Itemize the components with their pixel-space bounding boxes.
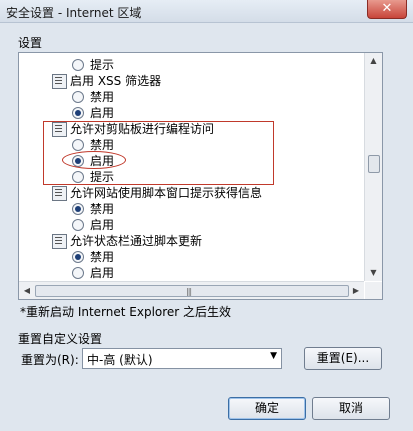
settings-icon: [52, 186, 67, 201]
scroll-left-icon[interactable]: ◀: [19, 282, 35, 299]
scroll-down-icon[interactable]: ▼: [365, 265, 382, 281]
scroll-up-icon[interactable]: ▲: [365, 53, 382, 69]
horizontal-scroll-thumb[interactable]: |||: [35, 285, 349, 297]
option-label: 禁用: [90, 90, 115, 104]
option-label: 禁用: [90, 202, 115, 216]
option-label: 启用: [90, 266, 115, 280]
cancel-button[interactable]: 取消: [312, 397, 390, 420]
reset-button[interactable]: 重置(E)...: [304, 347, 382, 370]
grip-icon: |||: [186, 287, 192, 296]
vertical-scroll-thumb[interactable]: [368, 155, 380, 173]
scroll-corner: [365, 282, 382, 299]
close-icon: ✕: [381, 1, 393, 16]
option-label: 启用: [90, 218, 115, 232]
category-label: 允许网站使用脚本窗口提示获得信息: [70, 186, 263, 200]
chevron-down-icon: ▼: [270, 351, 277, 361]
category-label: 启用 XSS 筛选器: [70, 74, 162, 88]
reset-to-label: 重置为(R):: [21, 353, 79, 367]
radio-unchecked-icon[interactable]: [72, 219, 84, 231]
settings-label: 设置: [18, 36, 43, 50]
radio-unchecked-icon[interactable]: [72, 91, 84, 103]
close-button[interactable]: ✕: [367, 0, 407, 19]
option-label: 启用: [90, 106, 115, 120]
reset-group-title: 重置自定义设置: [18, 332, 103, 346]
dropdown-value: 中-高 (默认): [87, 353, 153, 367]
highlight-ellipse: [62, 151, 126, 169]
horizontal-scrollbar[interactable]: ◀ ||| ▶: [19, 281, 364, 299]
radio-unchecked-icon[interactable]: [72, 59, 84, 71]
option-label: 禁用: [90, 250, 115, 264]
radio-unchecked-icon[interactable]: [72, 267, 84, 279]
restart-notice: *重新启动 Internet Explorer 之后生效: [20, 305, 232, 319]
window-title: 安全设置 - Internet 区域: [6, 6, 142, 20]
radio-checked-icon[interactable]: [72, 107, 84, 119]
category-label: 允许状态栏通过脚本更新: [70, 234, 203, 248]
option-label: 提示: [90, 58, 115, 72]
title-bar: 安全设置 - Internet 区域 ✕: [0, 0, 413, 23]
radio-checked-icon[interactable]: [72, 203, 84, 215]
scroll-right-icon[interactable]: ▶: [348, 282, 364, 299]
radio-checked-icon[interactable]: [72, 251, 84, 263]
ok-button[interactable]: 确定: [228, 397, 306, 420]
settings-icon: [52, 74, 67, 89]
settings-icon: [52, 234, 67, 249]
reset-level-dropdown[interactable]: 中-高 (默认) ▼: [82, 348, 282, 369]
vertical-scrollbar[interactable]: ▲ ▼: [364, 53, 382, 281]
